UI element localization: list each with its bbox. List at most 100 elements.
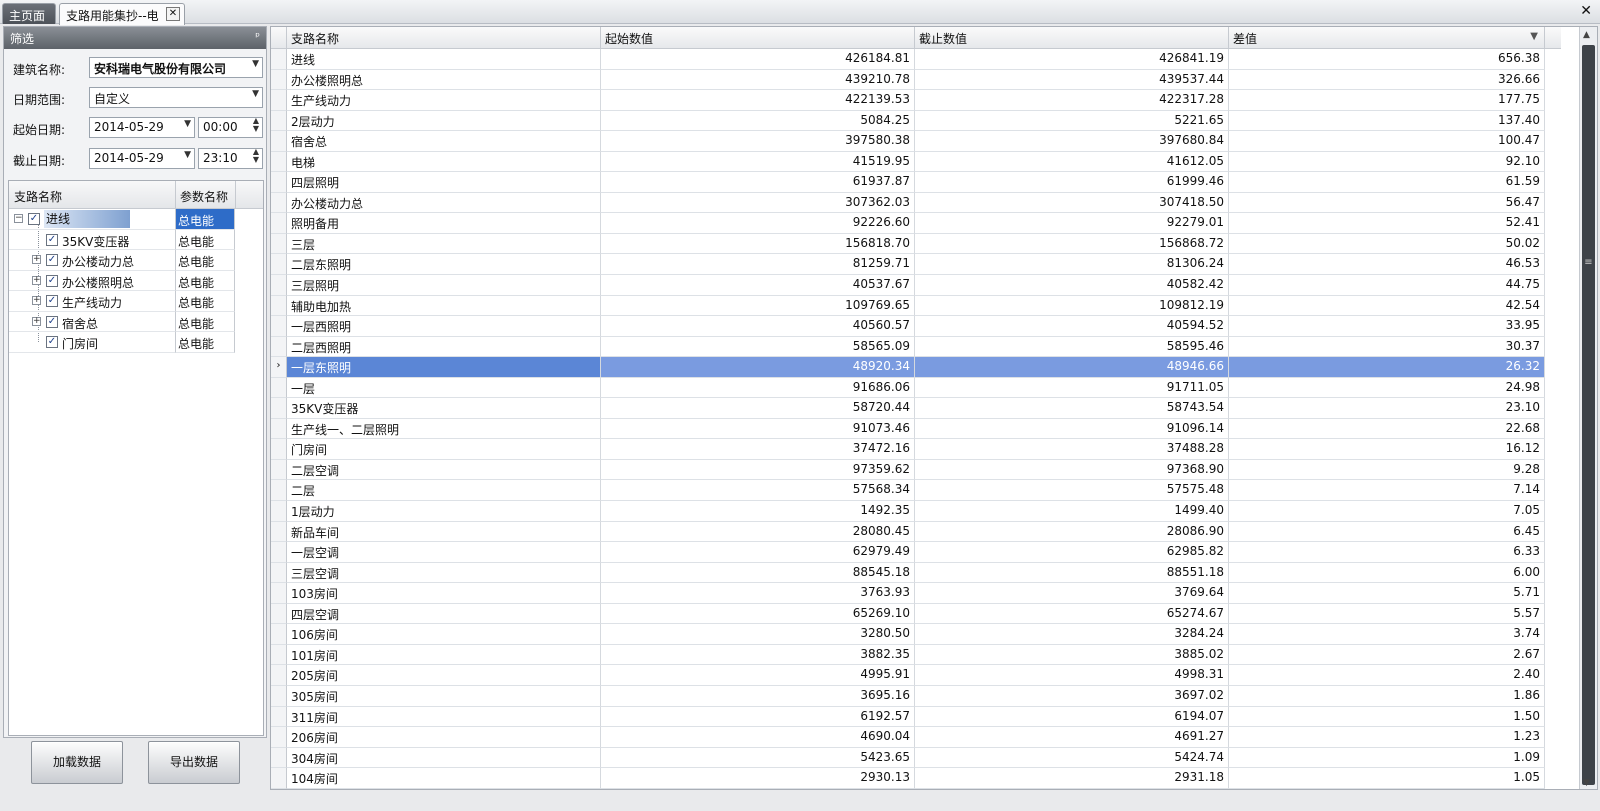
row-indicator[interactable] <box>271 644 287 666</box>
collapse-icon[interactable]: − <box>14 214 23 223</box>
tree-node-name-cell[interactable]: + ✓ 办公楼动力总 <box>9 250 175 271</box>
row-indicator[interactable]: › <box>271 357 287 378</box>
grid-cell-branch[interactable]: 304房间 <box>287 747 601 769</box>
column-header-start-value[interactable]: 起始数值 <box>601 27 915 49</box>
grid-cell-end-value[interactable]: 58743.54 <box>915 398 1229 419</box>
grid-cell-start-value[interactable]: 40560.57 <box>601 316 915 337</box>
node-checkbox[interactable]: ✓ <box>46 274 58 287</box>
tree-node-param[interactable]: 总电能 <box>175 209 235 230</box>
table-row[interactable]: 104房间 2930.13 2931.18 1.05 <box>271 768 1561 789</box>
grid-cell-end-value[interactable]: 439537.44 <box>915 69 1229 91</box>
row-indicator[interactable] <box>271 49 287 70</box>
grid-cell-branch[interactable]: 进线 <box>287 49 601 70</box>
scroll-down-icon[interactable]: ▼ <box>1583 778 1590 788</box>
grid-cell-branch[interactable]: 二层西照明 <box>287 336 601 358</box>
table-row[interactable]: 四层空调 65269.10 65274.67 5.57 <box>271 603 1561 625</box>
row-indicator[interactable] <box>271 501 287 522</box>
grid-cell-branch[interactable]: 照明备用 <box>287 213 601 234</box>
row-indicator[interactable] <box>271 603 287 625</box>
tree-node[interactable]: ✓ 门房间 总电能 <box>9 332 263 353</box>
end-date-picker[interactable]: 2014-05-29 ▼ <box>89 148 195 169</box>
row-indicator[interactable] <box>271 131 287 152</box>
row-indicator[interactable] <box>271 521 287 543</box>
row-indicator[interactable] <box>271 377 287 399</box>
grid-cell-end-value[interactable]: 6194.07 <box>915 706 1229 728</box>
grid-cell-branch[interactable]: 205房间 <box>287 665 601 686</box>
grid-cell-difference[interactable]: 5.71 <box>1229 583 1545 604</box>
table-row[interactable]: 办公楼动力总 307362.03 307418.50 56.47 <box>271 192 1561 214</box>
grid-cell-end-value[interactable]: 97368.90 <box>915 459 1229 481</box>
grid-cell-branch[interactable]: 三层 <box>287 233 601 255</box>
export-data-button[interactable]: 导出数据 <box>148 741 240 784</box>
node-checkbox[interactable]: ✓ <box>46 315 58 328</box>
node-checkbox[interactable]: ✓ <box>46 295 58 307</box>
table-row[interactable]: 照明备用 92226.60 92279.01 52.41 <box>271 213 1561 234</box>
table-row[interactable]: 2层动力 5084.25 5221.65 137.40 <box>271 110 1561 132</box>
grid-cell-branch[interactable]: 三层照明 <box>287 275 601 296</box>
grid-cell-difference[interactable]: 7.14 <box>1229 480 1545 502</box>
tree-node-name-cell[interactable]: + ✓ 生产线动力 <box>9 291 175 312</box>
tree-node-param[interactable]: 总电能 <box>175 311 235 332</box>
scroll-up-icon[interactable]: ▲ <box>1583 30 1590 40</box>
row-indicator[interactable] <box>271 542 287 563</box>
grid-cell-branch[interactable]: 办公楼照明总 <box>287 69 601 91</box>
row-indicator[interactable] <box>271 254 287 276</box>
table-row[interactable]: 305房间 3695.16 3697.02 1.86 <box>271 685 1561 707</box>
grid-cell-end-value[interactable]: 109812.19 <box>915 295 1229 317</box>
grid-cell-end-value[interactable]: 91096.14 <box>915 418 1229 440</box>
grid-cell-difference[interactable]: 56.47 <box>1229 192 1545 214</box>
grid-cell-start-value[interactable]: 48920.34 <box>601 357 915 378</box>
grid-cell-difference[interactable]: 5.57 <box>1229 603 1545 625</box>
grid-cell-end-value[interactable]: 307418.50 <box>915 192 1229 214</box>
window-close-icon[interactable]: ✕ <box>1580 3 1592 19</box>
tab-home[interactable]: 主页面 <box>2 3 56 24</box>
grid-cell-branch[interactable]: 二层 <box>287 480 601 502</box>
grid-cell-start-value[interactable]: 422139.53 <box>601 90 915 111</box>
grid-cell-end-value[interactable]: 61999.46 <box>915 172 1229 193</box>
grid-cell-branch[interactable]: 206房间 <box>287 727 601 748</box>
grid-cell-end-value[interactable]: 88551.18 <box>915 562 1229 584</box>
row-indicator[interactable] <box>271 562 287 584</box>
grid-cell-difference[interactable]: 6.45 <box>1229 521 1545 543</box>
grid-cell-branch[interactable]: 101房间 <box>287 644 601 666</box>
grid-cell-difference[interactable]: 1.05 <box>1229 768 1545 789</box>
grid-cell-end-value[interactable]: 57575.48 <box>915 480 1229 502</box>
table-row[interactable]: 二层空调 97359.62 97368.90 9.28 <box>271 459 1561 481</box>
grid-cell-difference[interactable]: 100.47 <box>1229 131 1545 152</box>
grid-cell-branch[interactable]: 一层空调 <box>287 542 601 563</box>
grid-cell-branch[interactable]: 电梯 <box>287 151 601 173</box>
tab-close-icon[interactable]: ✕ <box>166 7 180 21</box>
tree-node[interactable]: − ✓ 进线 总电能 <box>9 209 263 230</box>
table-row[interactable]: 四层照明 61937.87 61999.46 61.59 <box>271 172 1561 193</box>
table-row[interactable]: 宿舍总 397580.38 397680.84 100.47 <box>271 131 1561 152</box>
grid-cell-end-value[interactable]: 3885.02 <box>915 644 1229 666</box>
grid-cell-start-value[interactable]: 88545.18 <box>601 562 915 584</box>
grid-cell-branch[interactable]: 门房间 <box>287 439 601 460</box>
row-indicator[interactable] <box>271 213 287 234</box>
table-row[interactable]: 304房间 5423.65 5424.74 1.09 <box>271 747 1561 769</box>
grid-cell-branch[interactable]: 四层空调 <box>287 603 601 625</box>
grid-cell-difference[interactable]: 326.66 <box>1229 69 1545 91</box>
grid-cell-end-value[interactable]: 37488.28 <box>915 439 1229 460</box>
grid-cell-difference[interactable]: 33.95 <box>1229 316 1545 337</box>
grid-cell-end-value[interactable]: 40582.42 <box>915 275 1229 296</box>
table-row[interactable]: 生产线动力 422139.53 422317.28 177.75 <box>271 90 1561 111</box>
grid-cell-start-value[interactable]: 61937.87 <box>601 172 915 193</box>
table-row[interactable]: 106房间 3280.50 3284.24 3.74 <box>271 624 1561 645</box>
grid-cell-start-value[interactable]: 397580.38 <box>601 131 915 152</box>
grid-cell-branch[interactable]: 生产线动力 <box>287 90 601 111</box>
grid-cell-branch[interactable]: 311房间 <box>287 706 601 728</box>
table-row[interactable]: 电梯 41519.95 41612.05 92.10 <box>271 151 1561 173</box>
grid-cell-branch[interactable]: 1层动力 <box>287 501 601 522</box>
table-row[interactable]: 二层 57568.34 57575.48 7.14 <box>271 480 1561 502</box>
expand-icon[interactable]: + <box>32 316 41 326</box>
grid-cell-branch[interactable]: 辅助电加热 <box>287 295 601 317</box>
grid-cell-difference[interactable]: 1.86 <box>1229 685 1545 707</box>
tree-node-param[interactable]: 总电能 <box>175 229 235 250</box>
spin-arrows-icon[interactable]: ▲ ▼ <box>253 118 259 133</box>
grid-cell-start-value[interactable]: 91686.06 <box>601 377 915 399</box>
grid-cell-branch[interactable]: 生产线一、二层照明 <box>287 418 601 440</box>
grid-cell-difference[interactable]: 7.05 <box>1229 501 1545 522</box>
row-indicator[interactable] <box>271 233 287 255</box>
table-row[interactable]: 三层照明 40537.67 40582.42 44.75 <box>271 275 1561 296</box>
